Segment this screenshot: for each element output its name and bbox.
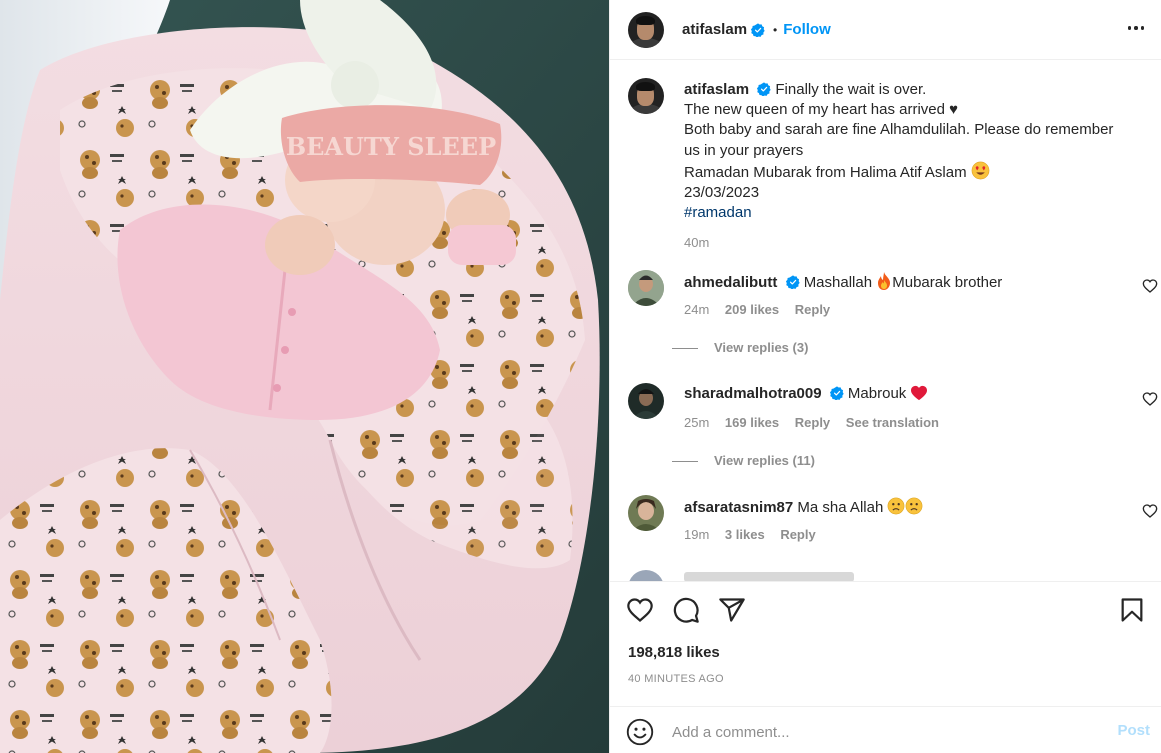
commenter-avatar[interactable] — [628, 570, 664, 581]
view-replies-button[interactable]: View replies (11) — [672, 453, 815, 468]
verified-badge-icon — [829, 386, 844, 400]
comment-text: Ma sha Allah — [797, 499, 888, 516]
comment-heart-icon[interactable] — [1142, 391, 1158, 407]
caption-line: Both baby and sarah are fine Alhamdulila… — [684, 121, 1114, 139]
verified-badge-icon — [785, 275, 800, 289]
header-separator: • — [773, 22, 778, 37]
comment-text: Mabrouk — [847, 385, 911, 402]
comment-time[interactable]: 24m — [684, 302, 709, 317]
red-heart-emoji-icon — [911, 385, 928, 401]
comment-heart-icon[interactable] — [1142, 278, 1158, 294]
comments-section[interactable]: atifaslam Finally the wait is over. The … — [610, 60, 1161, 581]
comment-text: Mashallah — [803, 274, 877, 291]
follow-button[interactable]: Follow — [783, 21, 831, 38]
bookmark-icon[interactable] — [1118, 596, 1146, 624]
heart-icon[interactable] — [626, 596, 654, 624]
eye-mask-text: BEAUTY SLEEP — [286, 132, 496, 161]
view-replies-label: View replies (11) — [714, 453, 815, 468]
commenter-avatar[interactable] — [628, 495, 664, 531]
comment-time[interactable]: 25m — [684, 415, 709, 430]
share-icon[interactable] — [718, 596, 746, 624]
caption-line: Finally the wait is over. — [775, 81, 927, 98]
post-image[interactable]: BEAUTY SLEEP — [0, 0, 609, 753]
author-avatar[interactable] — [628, 11, 664, 48]
hashtag-link[interactable]: #ramadan — [684, 204, 752, 221]
comment-heart-icon[interactable] — [1142, 503, 1158, 519]
more-horizontal-icon[interactable] — [1124, 16, 1148, 40]
commenter-avatar[interactable] — [628, 383, 664, 419]
caption-line: The new queen of my heart has arrived ♥ — [684, 101, 959, 119]
verified-badge-icon — [757, 82, 771, 96]
comment-likes[interactable]: 3 likes — [725, 527, 765, 542]
commenter-avatar[interactable] — [628, 270, 664, 306]
reply-button[interactable]: Reply — [795, 415, 830, 430]
cut-off-comment-text — [684, 572, 854, 581]
comment-time[interactable]: 19m — [684, 527, 709, 542]
comment-composer: Post — [610, 706, 1161, 753]
caption-line: Ramadan Mubarak from Halima Atif Aslam — [684, 163, 967, 181]
comment-username[interactable]: sharadmalhotra009 — [684, 385, 822, 402]
post-actions: 198,818 likes 40 MINUTES AGO Post — [610, 581, 1161, 753]
post-header: atifaslam • Follow — [610, 0, 1161, 60]
reply-button[interactable]: Reply — [795, 302, 830, 317]
posted-time[interactable]: 40 MINUTES AGO — [628, 673, 724, 685]
heart-eyes-emoji-icon — [971, 161, 990, 180]
verified-badge-icon — [751, 22, 765, 37]
view-replies-button[interactable]: View replies (3) — [672, 340, 808, 355]
sad-face-emoji-icon — [906, 497, 923, 515]
post-details-panel: atifaslam • Follow atifaslam Finally the… — [609, 0, 1161, 753]
emoji-picker-icon[interactable] — [626, 718, 654, 746]
caption-avatar[interactable] — [628, 78, 664, 114]
comment-text: Mubarak brother — [892, 274, 1003, 291]
likes-count[interactable]: 198,818 likes — [628, 644, 720, 661]
author-username[interactable]: atifaslam — [682, 21, 747, 38]
reply-button[interactable]: Reply — [780, 527, 815, 542]
sad-face-emoji-icon — [888, 497, 905, 515]
see-translation-button[interactable]: See translation — [846, 415, 939, 430]
fire-emoji-icon — [878, 272, 891, 290]
comment-likes[interactable]: 209 likes — [725, 302, 779, 317]
caption-line: us in your prayers — [684, 141, 804, 159]
caption-date: 23/03/2023 — [684, 184, 760, 202]
view-replies-label: View replies (3) — [714, 340, 809, 355]
comment-username[interactable]: ahmedalibutt — [684, 274, 777, 291]
comment-username[interactable]: afsaratasnim87 — [684, 499, 793, 516]
post-comment-button[interactable]: Post — [1117, 722, 1150, 739]
caption-username[interactable]: atifaslam — [684, 81, 749, 98]
comment-likes[interactable]: 169 likes — [725, 415, 779, 430]
caption-time[interactable]: 40m — [684, 233, 1154, 253]
newborn-photo: BEAUTY SLEEP — [0, 0, 609, 753]
comment-input[interactable] — [672, 719, 1102, 745]
comment-icon[interactable] — [672, 596, 700, 624]
